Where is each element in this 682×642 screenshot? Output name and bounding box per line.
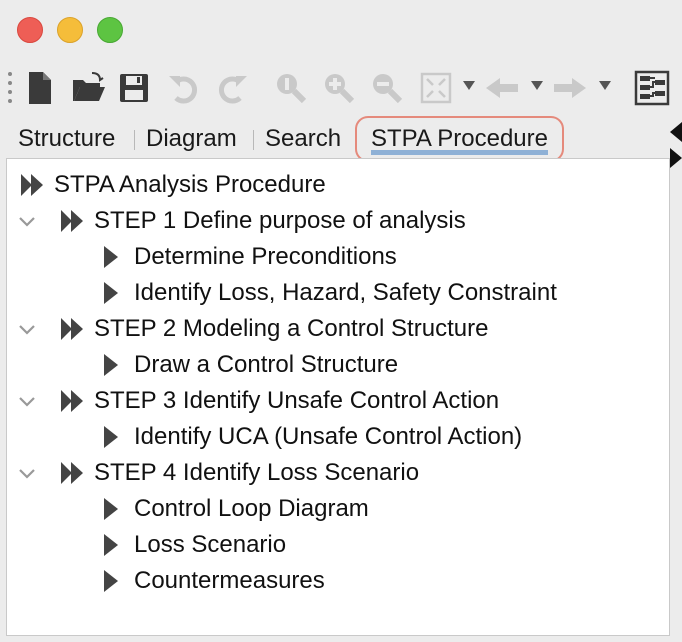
forward-dropdown-icon[interactable] bbox=[598, 78, 612, 92]
double-arrow-icon bbox=[61, 462, 83, 484]
tree-step-4[interactable]: STEP 4 Identify Loss Scenario bbox=[7, 455, 667, 491]
tree-root-label: STPA Analysis Procedure bbox=[54, 171, 326, 198]
chevron-down-icon[interactable] bbox=[17, 212, 37, 232]
chevron-down-icon[interactable] bbox=[17, 392, 37, 412]
arrow-right-icon bbox=[104, 498, 118, 520]
zoom-in-icon[interactable] bbox=[320, 70, 356, 106]
fit-dropdown-icon[interactable] bbox=[462, 78, 476, 92]
double-arrow-icon bbox=[61, 390, 83, 412]
arrow-right-icon bbox=[104, 354, 118, 376]
tab-stpa-procedure[interactable]: STPA Procedure bbox=[355, 116, 564, 162]
tab-separator bbox=[134, 130, 135, 150]
double-arrow-icon bbox=[61, 318, 83, 340]
stpa-procedure-tree: STPA Analysis Procedure STEP 1 Define pu… bbox=[6, 158, 670, 636]
tabs-scroll-left-icon[interactable] bbox=[670, 122, 682, 142]
chevron-down-icon[interactable] bbox=[17, 320, 37, 340]
tree-step-2[interactable]: STEP 2 Modeling a Control Structure bbox=[7, 311, 667, 347]
redo-icon[interactable] bbox=[214, 70, 250, 106]
tree-item-label: Countermeasures bbox=[134, 567, 325, 594]
tree-item-label: Draw a Control Structure bbox=[134, 351, 399, 378]
tree-item[interactable]: Determine Preconditions bbox=[7, 239, 667, 275]
zoom-reset-icon[interactable] bbox=[272, 70, 308, 106]
tree-item[interactable]: Countermeasures bbox=[7, 563, 667, 599]
layout-icon[interactable] bbox=[634, 70, 670, 106]
tree-item[interactable]: Loss Scenario bbox=[7, 527, 667, 563]
resize-grip[interactable] bbox=[324, 634, 352, 642]
minimize-button[interactable] bbox=[57, 17, 83, 43]
close-button[interactable] bbox=[17, 17, 43, 43]
zoom-button[interactable] bbox=[97, 17, 123, 43]
fit-to-window-icon[interactable] bbox=[418, 70, 454, 106]
zoom-out-icon[interactable] bbox=[368, 70, 404, 106]
tab-stpa-procedure-label: STPA Procedure bbox=[371, 125, 548, 152]
double-arrow-icon bbox=[61, 210, 83, 232]
tree-step-label: STEP 4 Identify Loss Scenario bbox=[94, 459, 420, 486]
undo-icon[interactable] bbox=[166, 70, 202, 106]
tree-item-label: Identify UCA (Unsafe Control Action) bbox=[134, 423, 523, 450]
tree-item-label: Control Loop Diagram bbox=[134, 495, 369, 522]
tree-item[interactable]: Draw a Control Structure bbox=[7, 347, 667, 383]
back-dropdown-icon[interactable] bbox=[530, 78, 544, 92]
tree-step-label: STEP 1 Define purpose of analysis bbox=[94, 207, 466, 234]
back-icon[interactable] bbox=[484, 70, 520, 106]
toolbar bbox=[0, 62, 682, 114]
tab-search[interactable]: Search bbox=[265, 124, 341, 154]
tab-diagram[interactable]: Diagram bbox=[146, 124, 237, 154]
tree-root[interactable]: STPA Analysis Procedure bbox=[7, 167, 667, 203]
tree-item[interactable]: Control Loop Diagram bbox=[7, 491, 667, 527]
tree-item[interactable]: Identify UCA (Unsafe Control Action) bbox=[7, 419, 667, 455]
toolbar-grip[interactable] bbox=[8, 72, 14, 104]
tree-item-label: Loss Scenario bbox=[134, 531, 287, 558]
new-file-icon[interactable] bbox=[22, 70, 58, 106]
tree-step-label: STEP 2 Modeling a Control Structure bbox=[94, 315, 489, 342]
arrow-right-icon bbox=[104, 426, 118, 448]
save-icon[interactable] bbox=[116, 70, 152, 106]
forward-icon[interactable] bbox=[552, 70, 588, 106]
tree-item-label: Identify Loss, Hazard, Safety Constraint bbox=[134, 279, 557, 306]
active-tab-indicator bbox=[371, 150, 548, 155]
arrow-right-icon bbox=[104, 282, 118, 304]
arrow-right-icon bbox=[104, 570, 118, 592]
double-arrow-icon bbox=[21, 174, 43, 196]
tab-bar: Structure Diagram Search STPA Procedure bbox=[0, 116, 682, 168]
tree-step-1[interactable]: STEP 1 Define purpose of analysis bbox=[7, 203, 667, 239]
tree-item[interactable]: Identify Loss, Hazard, Safety Constraint bbox=[7, 275, 667, 311]
tree-step-label: STEP 3 Identify Unsafe Control Action bbox=[94, 387, 500, 414]
arrow-right-icon bbox=[104, 246, 118, 268]
arrow-right-icon bbox=[104, 534, 118, 556]
tabs-scroll-right-icon[interactable] bbox=[670, 148, 682, 168]
tab-structure[interactable]: Structure bbox=[18, 124, 115, 154]
app-window: Structure Diagram Search STPA Procedure … bbox=[0, 0, 682, 642]
title-bar bbox=[0, 0, 682, 58]
tree-step-3[interactable]: STEP 3 Identify Unsafe Control Action bbox=[7, 383, 667, 419]
tab-separator bbox=[253, 130, 254, 150]
open-folder-icon[interactable] bbox=[70, 70, 106, 106]
tree-item-label: Determine Preconditions bbox=[134, 243, 397, 270]
chevron-down-icon[interactable] bbox=[17, 464, 37, 484]
